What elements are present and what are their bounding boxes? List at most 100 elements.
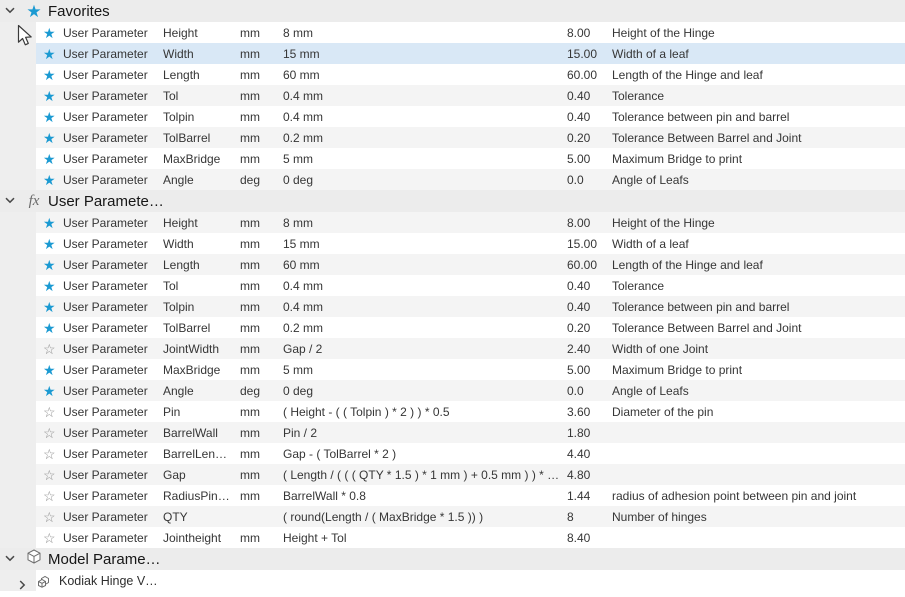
parameter-expression-cell[interactable]: 0 deg <box>283 384 567 398</box>
parameter-name-cell[interactable]: QTY <box>163 510 240 524</box>
parameter-row-favorites-Length[interactable]: ★ User Parameter Length mm 60 mm 60.00 L… <box>0 64 905 85</box>
parameter-expression-cell[interactable]: 0.2 mm <box>283 131 567 145</box>
favorite-star-icon[interactable]: ★ <box>36 26 63 40</box>
parameter-name-cell[interactable]: RadiusPin… <box>163 489 240 503</box>
parameter-expression-cell[interactable]: Height + Tol <box>283 531 567 545</box>
parameter-row-favorites-Width[interactable]: ★ User Parameter Width mm 15 mm 15.00 Wi… <box>0 43 905 64</box>
parameter-expression-cell[interactable]: 15 mm <box>283 47 567 61</box>
favorite-star-icon[interactable]: ★ <box>36 131 63 145</box>
parameter-name-cell[interactable]: Width <box>163 237 240 251</box>
favorite-star-icon[interactable]: ☆ <box>36 510 63 524</box>
parameter-expression-cell[interactable]: 0.2 mm <box>283 321 567 335</box>
parameter-name-cell[interactable]: JointWidth <box>163 342 240 356</box>
parameter-row-favorites-Height[interactable]: ★ User Parameter Height mm 8 mm 8.00 Hei… <box>0 22 905 43</box>
parameter-comment-cell[interactable]: Width of a leaf <box>612 47 905 61</box>
parameter-comment-cell[interactable]: Tolerance <box>612 89 905 103</box>
parameter-comment-cell[interactable]: Width of one Joint <box>612 342 905 356</box>
parameter-name-cell[interactable]: Tol <box>163 89 240 103</box>
parameter-name-cell[interactable]: Tolpin <box>163 110 240 124</box>
parameter-name-cell[interactable]: Jointheight <box>163 531 240 545</box>
parameter-name-cell[interactable]: Length <box>163 68 240 82</box>
parameter-expression-cell[interactable]: 5 mm <box>283 363 567 377</box>
favorite-star-icon[interactable]: ★ <box>36 110 63 124</box>
chevron-down-icon[interactable] <box>5 555 15 562</box>
parameter-row-user-parameters-Tol[interactable]: ★ User Parameter Tol mm 0.4 mm 0.40 Tole… <box>0 275 905 296</box>
parameter-name-cell[interactable]: Height <box>163 216 240 230</box>
parameter-row-user-parameters-Angle[interactable]: ★ User Parameter Angle deg 0 deg 0.0 Ang… <box>0 380 905 401</box>
favorite-star-icon[interactable]: ★ <box>36 89 63 103</box>
parameter-expression-cell[interactable]: 0.4 mm <box>283 300 567 314</box>
favorite-star-icon[interactable]: ☆ <box>36 426 63 440</box>
parameter-row-user-parameters-Gap[interactable]: ☆ User Parameter Gap mm ( Length / ( ( (… <box>0 464 905 485</box>
parameter-expression-cell[interactable]: ( Length / ( ( ( QTY * 1.5 ) * 1 mm ) + … <box>283 468 567 482</box>
favorite-star-icon[interactable]: ★ <box>36 279 63 293</box>
parameter-name-cell[interactable]: MaxBridge <box>163 363 240 377</box>
favorite-star-icon[interactable]: ★ <box>36 321 63 335</box>
parameter-row-user-parameters-Tolpin[interactable]: ★ User Parameter Tolpin mm 0.4 mm 0.40 T… <box>0 296 905 317</box>
parameter-row-favorites-Angle[interactable]: ★ User Parameter Angle deg 0 deg 0.0 Ang… <box>0 169 905 190</box>
parameter-name-cell[interactable]: Tol <box>163 279 240 293</box>
parameter-expression-cell[interactable]: 5 mm <box>283 152 567 166</box>
favorite-star-icon[interactable]: ★ <box>36 258 63 272</box>
parameter-name-cell[interactable]: BarrelLen… <box>163 447 240 461</box>
favorite-star-icon[interactable]: ★ <box>36 152 63 166</box>
favorite-star-icon[interactable]: ★ <box>36 237 63 251</box>
parameter-name-cell[interactable]: Pin <box>163 405 240 419</box>
parameter-name-cell[interactable]: Angle <box>163 173 240 187</box>
favorite-star-icon[interactable]: ★ <box>36 384 63 398</box>
parameter-expression-cell[interactable]: Gap / 2 <box>283 342 567 356</box>
parameter-comment-cell[interactable]: Maximum Bridge to print <box>612 363 905 377</box>
parameter-row-favorites-MaxBridge[interactable]: ★ User Parameter MaxBridge mm 5 mm 5.00 … <box>0 148 905 169</box>
section-header-model-parameters[interactable]: Model Parame… <box>0 548 905 570</box>
favorite-star-icon[interactable]: ★ <box>36 300 63 314</box>
favorite-star-icon[interactable]: ☆ <box>36 489 63 503</box>
favorite-star-icon[interactable]: ★ <box>36 47 63 61</box>
parameter-name-cell[interactable]: Tolpin <box>163 300 240 314</box>
parameter-name-cell[interactable]: Angle <box>163 384 240 398</box>
parameter-name-cell[interactable]: MaxBridge <box>163 152 240 166</box>
favorite-star-icon[interactable]: ☆ <box>36 531 63 545</box>
parameter-comment-cell[interactable]: Tolerance between pin and barrel <box>612 300 905 314</box>
parameter-comment-cell[interactable]: Tolerance <box>612 279 905 293</box>
parameter-comment-cell[interactable]: Height of the Hinge <box>612 216 905 230</box>
section-header-favorites[interactable]: ★ Favorites <box>0 0 905 22</box>
parameter-expression-cell[interactable]: 0 deg <box>283 173 567 187</box>
parameter-comment-cell[interactable]: Angle of Leafs <box>612 173 905 187</box>
parameter-comment-cell[interactable]: Tolerance between pin and barrel <box>612 110 905 124</box>
parameter-expression-cell[interactable]: ( Height - ( ( Tolpin ) * 2 ) ) * 0.5 <box>283 405 567 419</box>
model-tree-item[interactable]: Kodiak Hinge V… <box>0 570 905 591</box>
parameter-comment-cell[interactable]: Angle of Leafs <box>612 384 905 398</box>
parameter-expression-cell[interactable]: 8 mm <box>283 26 567 40</box>
parameter-expression-cell[interactable]: Pin / 2 <box>283 426 567 440</box>
parameter-row-user-parameters-QTY[interactable]: ☆ User Parameter QTY ( round(Length / ( … <box>0 506 905 527</box>
parameter-expression-cell[interactable]: BarrelWall * 0.8 <box>283 489 567 503</box>
parameter-name-cell[interactable]: Height <box>163 26 240 40</box>
favorite-star-icon[interactable]: ★ <box>36 216 63 230</box>
parameter-expression-cell[interactable]: 0.4 mm <box>283 89 567 103</box>
parameter-comment-cell[interactable]: Tolerance Between Barrel and Joint <box>612 321 905 335</box>
section-header-user-parameters[interactable]: fx User Paramete… <box>0 190 905 212</box>
favorite-star-icon[interactable]: ☆ <box>36 447 63 461</box>
parameter-expression-cell[interactable]: 8 mm <box>283 216 567 230</box>
chevron-right-icon[interactable] <box>19 577 26 595</box>
parameter-row-user-parameters-JointWidth[interactable]: ☆ User Parameter JointWidth mm Gap / 2 2… <box>0 338 905 359</box>
parameter-expression-cell[interactable]: Gap - ( TolBarrel * 2 ) <box>283 447 567 461</box>
parameter-expression-cell[interactable]: 60 mm <box>283 258 567 272</box>
parameter-name-cell[interactable]: BarrelWall <box>163 426 240 440</box>
parameter-comment-cell[interactable]: Number of hinges <box>612 510 905 524</box>
parameter-row-user-parameters-Jointheight[interactable]: ☆ User Parameter Jointheight mm Height +… <box>0 527 905 548</box>
favorite-star-icon[interactable]: ☆ <box>36 342 63 356</box>
parameter-expression-cell[interactable]: 60 mm <box>283 68 567 82</box>
parameter-expression-cell[interactable]: ( round(Length / ( MaxBridge * 1.5 )) ) <box>283 510 567 524</box>
parameter-comment-cell[interactable]: Width of a leaf <box>612 237 905 251</box>
parameter-row-user-parameters-RadiusPin…[interactable]: ☆ User Parameter RadiusPin… mm BarrelWal… <box>0 485 905 506</box>
parameter-comment-cell[interactable]: Height of the Hinge <box>612 26 905 40</box>
parameter-comment-cell[interactable]: Tolerance Between Barrel and Joint <box>612 131 905 145</box>
parameter-expression-cell[interactable]: 0.4 mm <box>283 110 567 124</box>
chevron-down-icon[interactable] <box>5 7 15 14</box>
favorite-star-icon[interactable]: ☆ <box>36 468 63 482</box>
chevron-down-icon[interactable] <box>5 197 15 204</box>
parameter-row-user-parameters-Height[interactable]: ★ User Parameter Height mm 8 mm 8.00 Hei… <box>0 212 905 233</box>
favorite-star-icon[interactable]: ★ <box>36 68 63 82</box>
parameter-row-favorites-Tolpin[interactable]: ★ User Parameter Tolpin mm 0.4 mm 0.40 T… <box>0 106 905 127</box>
